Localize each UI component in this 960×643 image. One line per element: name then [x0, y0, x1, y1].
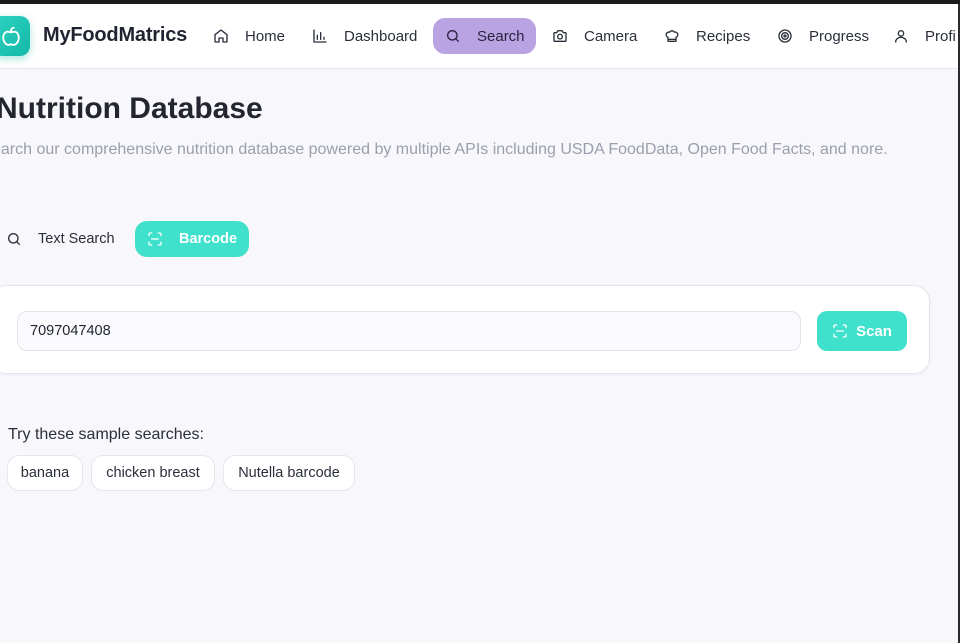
- bar-chart-icon: [312, 28, 328, 44]
- brand-name[interactable]: MyFoodMatrics: [43, 24, 187, 47]
- nav-dashboard-label: Dashboard: [344, 27, 418, 45]
- nav-recipes-label: Recipes: [696, 27, 751, 45]
- nav-progress[interactable]: Progress: [765, 18, 881, 54]
- barcode-search-card: Scan: [0, 285, 930, 374]
- scan-button[interactable]: Scan: [817, 311, 907, 351]
- logo[interactable]: [0, 16, 30, 56]
- sample-chip-nutella-barcode[interactable]: Nutella barcode: [223, 455, 355, 491]
- tab-barcode-label: Barcode: [179, 231, 238, 247]
- tab-text-search[interactable]: Text Search: [0, 221, 127, 257]
- nav-search-label: Search: [477, 27, 525, 45]
- sample-searches-label: Try these sample searches:: [8, 426, 204, 443]
- search-icon: [6, 231, 22, 247]
- nav-profile[interactable]: Profi: [881, 18, 958, 54]
- tab-text-search-label: Text Search: [38, 231, 115, 247]
- tab-barcode[interactable]: Barcode: [135, 221, 250, 257]
- nav-camera[interactable]: Camera: [540, 18, 649, 54]
- target-icon: [777, 28, 793, 44]
- apple-icon: [0, 25, 22, 47]
- home-icon: [213, 28, 229, 44]
- nav-dashboard[interactable]: Dashboard: [300, 18, 429, 54]
- scan-icon: [147, 231, 163, 247]
- scan-button-label: Scan: [856, 322, 892, 340]
- chef-hat-icon: [664, 28, 680, 44]
- nav-recipes[interactable]: Recipes: [652, 18, 762, 54]
- nav-profile-label: Profi: [925, 27, 956, 45]
- sample-chip-banana[interactable]: banana: [7, 455, 83, 491]
- search-icon: [445, 28, 461, 44]
- user-icon: [893, 28, 909, 44]
- nav-camera-label: Camera: [584, 27, 638, 45]
- page-title: Nutrition Database: [0, 92, 263, 125]
- nav-home[interactable]: Home: [201, 18, 297, 54]
- nav-progress-label: Progress: [809, 27, 870, 45]
- top-navbar: MyFoodMatrics Home Dashboard Search Came…: [0, 4, 958, 69]
- barcode-input[interactable]: [17, 311, 801, 351]
- nav-search[interactable]: Search: [433, 18, 536, 54]
- nav-home-label: Home: [245, 27, 286, 45]
- camera-icon: [552, 28, 568, 44]
- page-description: earch our comprehensive nutrition databa…: [0, 141, 888, 158]
- sample-chip-chicken-breast[interactable]: chicken breast: [91, 455, 215, 491]
- scan-icon: [832, 323, 848, 339]
